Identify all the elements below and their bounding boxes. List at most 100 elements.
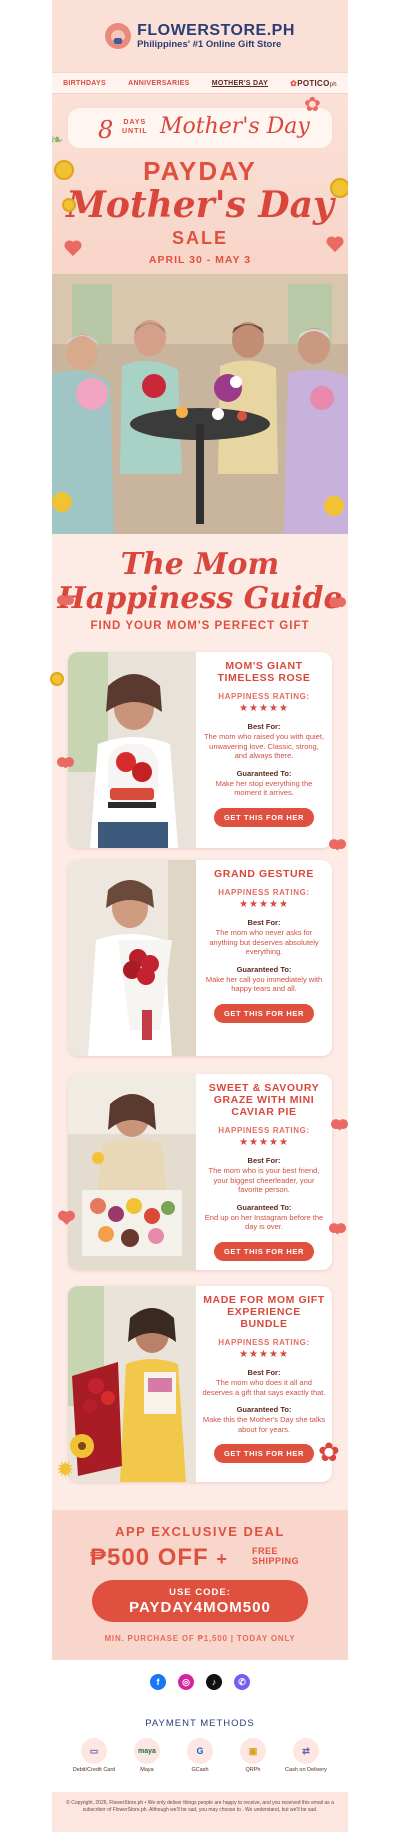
countdown-script: Mother's Day — [160, 114, 310, 139]
payment-methods-title: PAYMENT METHODS — [145, 1718, 255, 1729]
payment-gcash: G GCash — [178, 1738, 222, 1773]
product-card: MOM'S GIANT TIMELESS ROSE HAPPINESS RATI… — [68, 652, 332, 848]
coin-icon — [330, 178, 348, 198]
rating-label: HAPPINESS RATING: — [218, 888, 310, 897]
product-card: MADE FOR MOM GIFT EXPERIENCE BUNDLE HAPP… — [68, 1286, 332, 1482]
flowerstore-logo-icon[interactable] — [105, 23, 132, 49]
product-photo-grand-gesture[interactable] — [68, 860, 196, 1056]
get-this-button[interactable]: GET THIS FOR HER — [213, 1444, 315, 1463]
product-photo-graze-box[interactable] — [68, 1074, 196, 1270]
payment-maya: maya Maya — [125, 1738, 169, 1773]
gcash-icon: G — [187, 1738, 213, 1764]
promo-code-pill[interactable]: USE CODE: PAYDAY4MOM500 — [92, 1580, 308, 1622]
deal-amount-value: ₱500 OFF — [90, 1544, 209, 1571]
deal-terms: MIN. PURCHASE OF ₱1,500 | TODAY ONLY — [104, 1634, 296, 1643]
promo-code-label: USE CODE: — [169, 1587, 231, 1598]
rating-label: HAPPINESS RATING: — [218, 692, 310, 701]
best-for-label: Best For: — [247, 1156, 281, 1165]
product-photo-gift-bundle[interactable] — [68, 1286, 196, 1482]
best-for-text: The mom who does it all and deserves a g… — [202, 1378, 326, 1397]
social-links: f ◎ ♪ ✆ — [52, 1674, 348, 1690]
brand-block[interactable]: FLOWERSTORE.PH Philippines' #1 Online Gi… — [137, 22, 295, 50]
qrph-icon: ▣ — [240, 1738, 266, 1764]
guide-subtitle: FIND YOUR MOM'S PERFECT GIFT — [90, 620, 310, 632]
payment-label: GCash — [191, 1767, 209, 1773]
hero-payday: PAYDAY — [143, 156, 257, 186]
viber-icon[interactable]: ✆ — [234, 1674, 250, 1690]
brand-name: FLOWERSTORE.PH — [137, 22, 295, 39]
leaf-icon: ❧ — [52, 130, 64, 149]
tiktok-icon[interactable]: ♪ — [206, 1674, 222, 1690]
brand-tagline: Philippines' #1 Online Gift Store — [137, 39, 282, 50]
get-this-button[interactable]: GET THIS FOR HER — [213, 1241, 315, 1261]
countdown-unit: DAYS UNTIL — [122, 118, 148, 136]
product-info: GRAND GESTURE HAPPINESS RATING: ★★★★★ Be… — [196, 860, 332, 1056]
deal-title: APP EXCLUSIVE DEAL — [115, 1524, 285, 1539]
free-shipping-line2: SHIPPING — [252, 1556, 300, 1566]
heart-icon — [60, 596, 71, 607]
get-this-button[interactable]: GET THIS FOR HER — [213, 1003, 315, 1023]
nav-bar: BIRTHDAYS ANNIVERSARIES MOTHER'S DAY ✿PO… — [52, 72, 348, 94]
rating-stars: ★★★★★ — [239, 703, 289, 714]
copyright-text: © Copyright, 2026, FlowerStore.ph • We o… — [52, 1792, 348, 1832]
guaranteed-text: Make this the Mother's Day she talks abo… — [202, 1415, 326, 1434]
deal-amount: ₱500 OFF + — [90, 1544, 228, 1572]
payment-label: Debit/Credit Card — [72, 1767, 116, 1773]
best-for-text: The mom who is your best friend, your bi… — [208, 1166, 320, 1194]
guaranteed-label: Guaranteed To: — [236, 1202, 292, 1212]
potico-suffix: ph — [329, 81, 337, 88]
hero-sale: SALE — [171, 228, 228, 248]
free-shipping: FREE SHIPPING — [252, 1546, 299, 1566]
instagram-icon[interactable]: ◎ — [178, 1674, 194, 1690]
guaranteed-text: Make her stop everything the moment it a… — [215, 778, 313, 798]
nav-item-mothers-day[interactable]: MOTHER'S DAY — [212, 80, 268, 87]
nav-item-potico[interactable]: ✿POTICOph — [290, 79, 337, 88]
countdown-until: UNTIL — [122, 128, 148, 135]
coin-icon — [50, 672, 64, 686]
hero-script-title: Mother's Day — [66, 184, 334, 226]
deal-plus: + — [216, 1549, 228, 1569]
heart-icon — [332, 840, 343, 851]
product-title: SWEET & SAVOURY GRAZE WITH MINI CAVIAR P… — [208, 1082, 320, 1118]
coin-icon — [62, 198, 76, 212]
nav-item-birthdays[interactable]: BIRTHDAYS — [63, 80, 106, 87]
guaranteed-text: End up on her Instagram before the day i… — [204, 1212, 324, 1232]
best-for-label: Best For: — [247, 1368, 281, 1377]
header: FLOWERSTORE.PH Philippines' #1 Online Gi… — [52, 0, 348, 72]
hero-banner[interactable]: 8 DAYS UNTIL Mother's Day ✿ ❧ PAYDAY Moth… — [52, 94, 348, 534]
heart-icon — [332, 598, 343, 609]
rating-stars: ★★★★★ — [239, 1137, 289, 1148]
app-deal-section: APP EXCLUSIVE DEAL ₱500 OFF + FREE SHIPP… — [52, 1510, 348, 1660]
facebook-icon[interactable]: f — [150, 1674, 166, 1690]
payment-methods: ▭ Debit/Credit Card maya Maya G GCash ▣ … — [52, 1738, 348, 1773]
product-photo-timeless-rose[interactable] — [68, 652, 196, 848]
heart-icon — [332, 1224, 343, 1235]
rating-label: HAPPINESS RATING: — [218, 1338, 310, 1347]
hero-dates: APRIL 30 - MAY 3 — [148, 254, 252, 266]
nav-item-anniversaries[interactable]: ANNIVERSARIES — [128, 80, 189, 87]
payment-label: Maya — [140, 1767, 154, 1773]
hero-photo-women-at-table — [52, 274, 348, 534]
product-info: MADE FOR MOM GIFT EXPERIENCE BUNDLE HAPP… — [196, 1286, 332, 1482]
best-for-text: The mom who never asks for anything but … — [209, 928, 319, 956]
potico-label: POTICO — [297, 78, 330, 88]
best-for-text: The mom who raised you with quiet, unwav… — [203, 732, 325, 760]
rose-icon: ✿ — [304, 94, 321, 116]
promo-code: PAYDAY4MOM500 — [129, 1599, 271, 1616]
maya-icon: maya — [134, 1738, 160, 1764]
payment-qrph: ▣ QRPh — [231, 1738, 275, 1773]
payment-label: QRPh — [245, 1767, 261, 1773]
guaranteed-text: Make her call you immediately with happy… — [205, 974, 323, 994]
product-info: SWEET & SAVOURY GRAZE WITH MINI CAVIAR P… — [196, 1074, 332, 1270]
get-this-button[interactable]: GET THIS FOR HER — [213, 807, 315, 827]
countdown-days: DAYS — [123, 119, 147, 126]
product-title: MADE FOR MOM GIFT EXPERIENCE BUNDLE — [203, 1294, 325, 1330]
heart-icon — [60, 758, 71, 769]
rose-icon: ✿ — [318, 1438, 340, 1468]
sunflower-icon: ✹ — [56, 1458, 75, 1483]
payment-label: Cash on Delivery — [285, 1767, 327, 1773]
rating-label: HAPPINESS RATING: — [218, 1126, 310, 1135]
product-info: MOM'S GIANT TIMELESS ROSE HAPPINESS RATI… — [196, 652, 332, 848]
free-shipping-line1: FREE — [252, 1546, 279, 1556]
guide-title-line1: The Mom — [120, 547, 280, 582]
